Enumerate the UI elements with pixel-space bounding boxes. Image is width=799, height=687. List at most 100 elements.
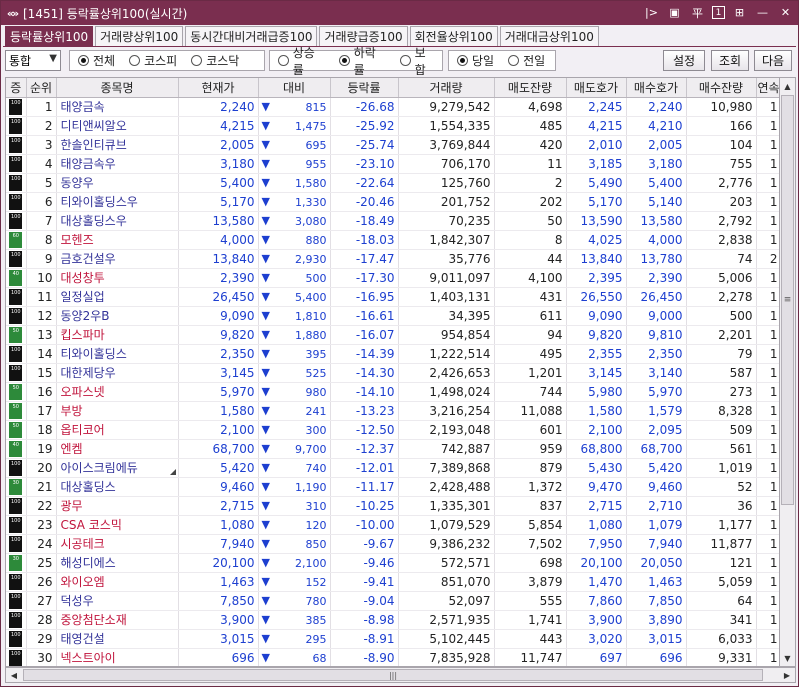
radio-today[interactable]: 당일 [457, 52, 494, 69]
col-header-continuous[interactable]: 연속 [756, 78, 779, 98]
table-row[interactable]: 50 17 부방 1,580 ▼ 241 -13.23 3,216,254 11,088 1,58… [6, 401, 779, 421]
stock-name-cell[interactable]: 킵스파마 [56, 325, 179, 345]
stock-name-cell[interactable]: 티와이홀딩스우 [56, 192, 179, 212]
col-header-diff[interactable]: 대비 [258, 78, 331, 98]
stock-name-cell[interactable]: 금호건설우 [56, 249, 179, 269]
stock-name-cell[interactable]: 와이오엠 [56, 572, 179, 592]
table-row[interactable]: 50 18 옵티코어 2,100 ▼ 300 -12.50 2,193,048 601 2,100… [6, 420, 779, 440]
col-header-price[interactable]: 현재가 [178, 78, 259, 98]
radio-all[interactable]: 전체 [78, 52, 115, 69]
table-row[interactable]: 60 8 모헨즈 4,000 ▼ 880 -18.03 1,842,307 8 4,025 4,00… [6, 230, 779, 250]
vertical-scrollbar[interactable]: ▲ ≡ ▼ [780, 77, 796, 667]
col-header-ask[interactable]: 매도호가 [566, 78, 627, 98]
radio-flat[interactable]: 보합 [399, 44, 436, 78]
table-row[interactable]: 100 27 덕성우 7,850 ▼ 780 -9.04 52,097 555 7,860 7,85… [6, 591, 779, 611]
stock-name-cell[interactable]: 한솔인티큐브 [56, 135, 179, 155]
table-row[interactable]: 50 16 오파스넷 5,970 ▼ 980 -14.10 1,498,024 744 5,980… [6, 382, 779, 402]
settings-button[interactable]: 설정 [663, 50, 705, 71]
stock-name-cell[interactable]: 동양우 [56, 173, 179, 193]
tab-value-top100[interactable]: 거래대금상위100 [499, 26, 599, 46]
stock-name-cell[interactable]: 태양금속 [56, 97, 179, 117]
table-row[interactable]: 100 14 티와이홀딩스 2,350 ▼ 395 -14.39 1,222,514 495 2,… [6, 344, 779, 364]
table-row[interactable]: 100 20 아이스크림에듀 5,420 ▼ 740 -12.01 7,389,868 879 5… [6, 458, 779, 478]
vertical-scroll-thumb[interactable]: ≡ [781, 95, 794, 505]
stock-name-cell[interactable]: 중앙첨단소재 [56, 610, 179, 630]
stock-name-cell[interactable]: 덕성우 [56, 591, 179, 611]
stock-name-cell[interactable]: 부방 [56, 401, 179, 421]
table-row[interactable]: 100 24 시공테크 7,940 ▼ 850 -9.67 9,386,232 7,502 7,9… [6, 534, 779, 554]
scroll-up-icon[interactable]: ▲ [780, 78, 795, 94]
link-icon[interactable]: |> [643, 4, 660, 21]
table-row[interactable]: 100 30 넥스트아이 696 ▼ 68 -8.90 7,835,928 11,747 697 6… [6, 648, 779, 666]
col-header-ask-qty[interactable]: 매도잔량 [494, 78, 567, 98]
stock-name-cell[interactable]: 오파스넷 [56, 382, 179, 402]
table-row[interactable]: 100 22 광무 2,715 ▼ 310 -10.25 1,335,301 837 2,715 2… [6, 496, 779, 516]
radio-prev-day[interactable]: 전일 [508, 52, 545, 69]
col-header-name[interactable]: 종목명 [56, 78, 179, 98]
radio-rise[interactable]: 상승률 [278, 44, 325, 78]
close-icon[interactable]: ✕ [777, 4, 794, 21]
col-header-rate[interactable]: 등락률 [330, 78, 399, 98]
stock-name-cell[interactable]: 넥스트아이 [56, 648, 179, 666]
stock-name-cell[interactable]: 해성디에스 [56, 553, 179, 573]
table-row[interactable]: 100 5 동양우 5,400 ▼ 1,580 -22.64 125,760 2 5,490 5,4… [6, 173, 779, 193]
stock-name-cell[interactable]: 대한제당우 [56, 363, 179, 383]
table-row[interactable]: 100 1 태양금속 2,240 ▼ 815 -26.68 9,279,542 4,698 2,2… [6, 97, 779, 117]
stock-name-cell[interactable]: 태영건설 [56, 629, 179, 649]
table-row[interactable]: 40 19 엔켐 68,700 ▼ 9,700 -12.37 742,887 959 68,800… [6, 439, 779, 459]
stock-name-cell[interactable]: 모헨즈 [56, 230, 179, 250]
horizontal-scrollbar[interactable]: ◀ ||| ▶ [5, 667, 796, 683]
stock-name-cell[interactable]: 일정실업 [56, 287, 179, 307]
tab-rate-top100[interactable]: 등락률상위100 [5, 26, 94, 46]
scroll-left-icon[interactable]: ◀ [6, 668, 22, 682]
scroll-right-icon[interactable]: ▶ [779, 668, 795, 682]
stock-name-cell[interactable]: 티와이홀딩스 [56, 344, 179, 364]
table-row[interactable]: 100 4 태양금속우 3,180 ▼ 955 -23.10 706,170 11 3,185 3,… [6, 154, 779, 174]
table-row[interactable]: 100 11 일정실업 26,450 ▼ 5,400 -16.95 1,403,131 431 2… [6, 287, 779, 307]
stock-name-cell[interactable]: 디티앤씨알오 [56, 116, 179, 136]
table-row[interactable]: 100 12 동양2우B 9,090 ▼ 1,810 -16.61 34,395 611 9,09… [6, 306, 779, 326]
always-on-top-icon[interactable]: 平 [689, 4, 706, 21]
scroll-down-icon[interactable]: ▼ [780, 650, 795, 666]
market-select[interactable]: 통합 ▼ [5, 50, 61, 71]
stock-name-cell[interactable]: 옵티코어 [56, 420, 179, 440]
stock-name-cell[interactable]: 대성창투 [56, 268, 179, 288]
stock-name-cell[interactable]: CSA 코스믹 [56, 515, 179, 535]
stock-name-cell[interactable]: 태양금속우 [56, 154, 179, 174]
stock-name-cell[interactable]: 광무 [56, 496, 179, 516]
table-row[interactable]: 40 10 대성창투 2,390 ▼ 500 -17.30 9,011,097 4,100 2,3… [6, 268, 779, 288]
table-row[interactable]: 100 28 중앙첨단소재 3,900 ▼ 385 -8.98 2,571,935 1,741 3… [6, 610, 779, 630]
screen-number-icon[interactable]: 1 [712, 6, 725, 19]
col-header-rank[interactable]: 순위 [26, 78, 57, 98]
col-header-margin[interactable]: 증 [6, 78, 27, 98]
stock-name-cell[interactable]: 시공테크 [56, 534, 179, 554]
table-row[interactable]: 30 25 해성디에스 20,100 ▼ 2,100 -9.46 572,571 698 20,1… [6, 553, 779, 573]
layout-icon[interactable]: ⊞ [731, 4, 748, 21]
stock-name-cell[interactable]: 엔켐 [56, 439, 179, 459]
col-header-volume[interactable]: 거래량 [398, 78, 495, 98]
table-row[interactable]: 100 6 티와이홀딩스우 5,170 ▼ 1,330 -20.46 201,752 202 5,… [6, 192, 779, 212]
next-button[interactable]: 다음 [754, 50, 792, 71]
query-button[interactable]: 조회 [711, 50, 749, 71]
horizontal-scroll-thumb[interactable]: ||| [23, 669, 763, 681]
radio-fall[interactable]: 하락률 [338, 44, 386, 78]
table-row[interactable]: 30 21 대상홀딩스 9,460 ▼ 1,190 -11.17 2,428,488 1,372… [6, 477, 779, 497]
col-header-bid-qty[interactable]: 매수잔량 [686, 78, 757, 98]
table-row[interactable]: 100 23 CSA 코스믹 1,080 ▼ 120 -10.00 1,079,529 5,85… [6, 515, 779, 535]
tab-volume-top100[interactable]: 거래량상위100 [95, 26, 184, 46]
table-row[interactable]: 100 29 태영건설 3,015 ▼ 295 -8.91 5,102,445 443 3,020… [6, 629, 779, 649]
col-header-bid[interactable]: 매수호가 [626, 78, 687, 98]
stock-name-cell[interactable]: 대상홀딩스 [56, 477, 179, 497]
table-row[interactable]: 100 15 대한제당우 3,145 ▼ 525 -14.30 2,426,653 1,201 3… [6, 363, 779, 383]
table-row[interactable]: 100 9 금호건설우 13,840 ▼ 2,930 -17.47 35,776 44 13,84… [6, 249, 779, 269]
minimize-icon[interactable]: — [754, 4, 771, 21]
table-row[interactable]: 50 13 킵스파마 9,820 ▼ 1,880 -16.07 954,854 94 9,820 9… [6, 325, 779, 345]
radio-kospi[interactable]: 코스피 [129, 52, 177, 69]
table-row[interactable]: 100 26 와이오엠 1,463 ▼ 152 -9.41 851,070 3,879 1,470… [6, 572, 779, 592]
stock-name-cell[interactable]: 대상홀딩스우 [56, 211, 179, 231]
stock-name-cell[interactable]: 아이스크림에듀 [56, 458, 179, 478]
pin-window-icon[interactable]: ▣ [666, 4, 683, 21]
table-row[interactable]: 100 2 디티앤씨알오 4,215 ▼ 1,475 -25.92 1,554,335 485 4… [6, 116, 779, 136]
table-row[interactable]: 100 3 한솔인티큐브 2,005 ▼ 695 -25.74 3,769,844 420 2,0… [6, 135, 779, 155]
stock-name-cell[interactable]: 동양2우B [56, 306, 179, 326]
